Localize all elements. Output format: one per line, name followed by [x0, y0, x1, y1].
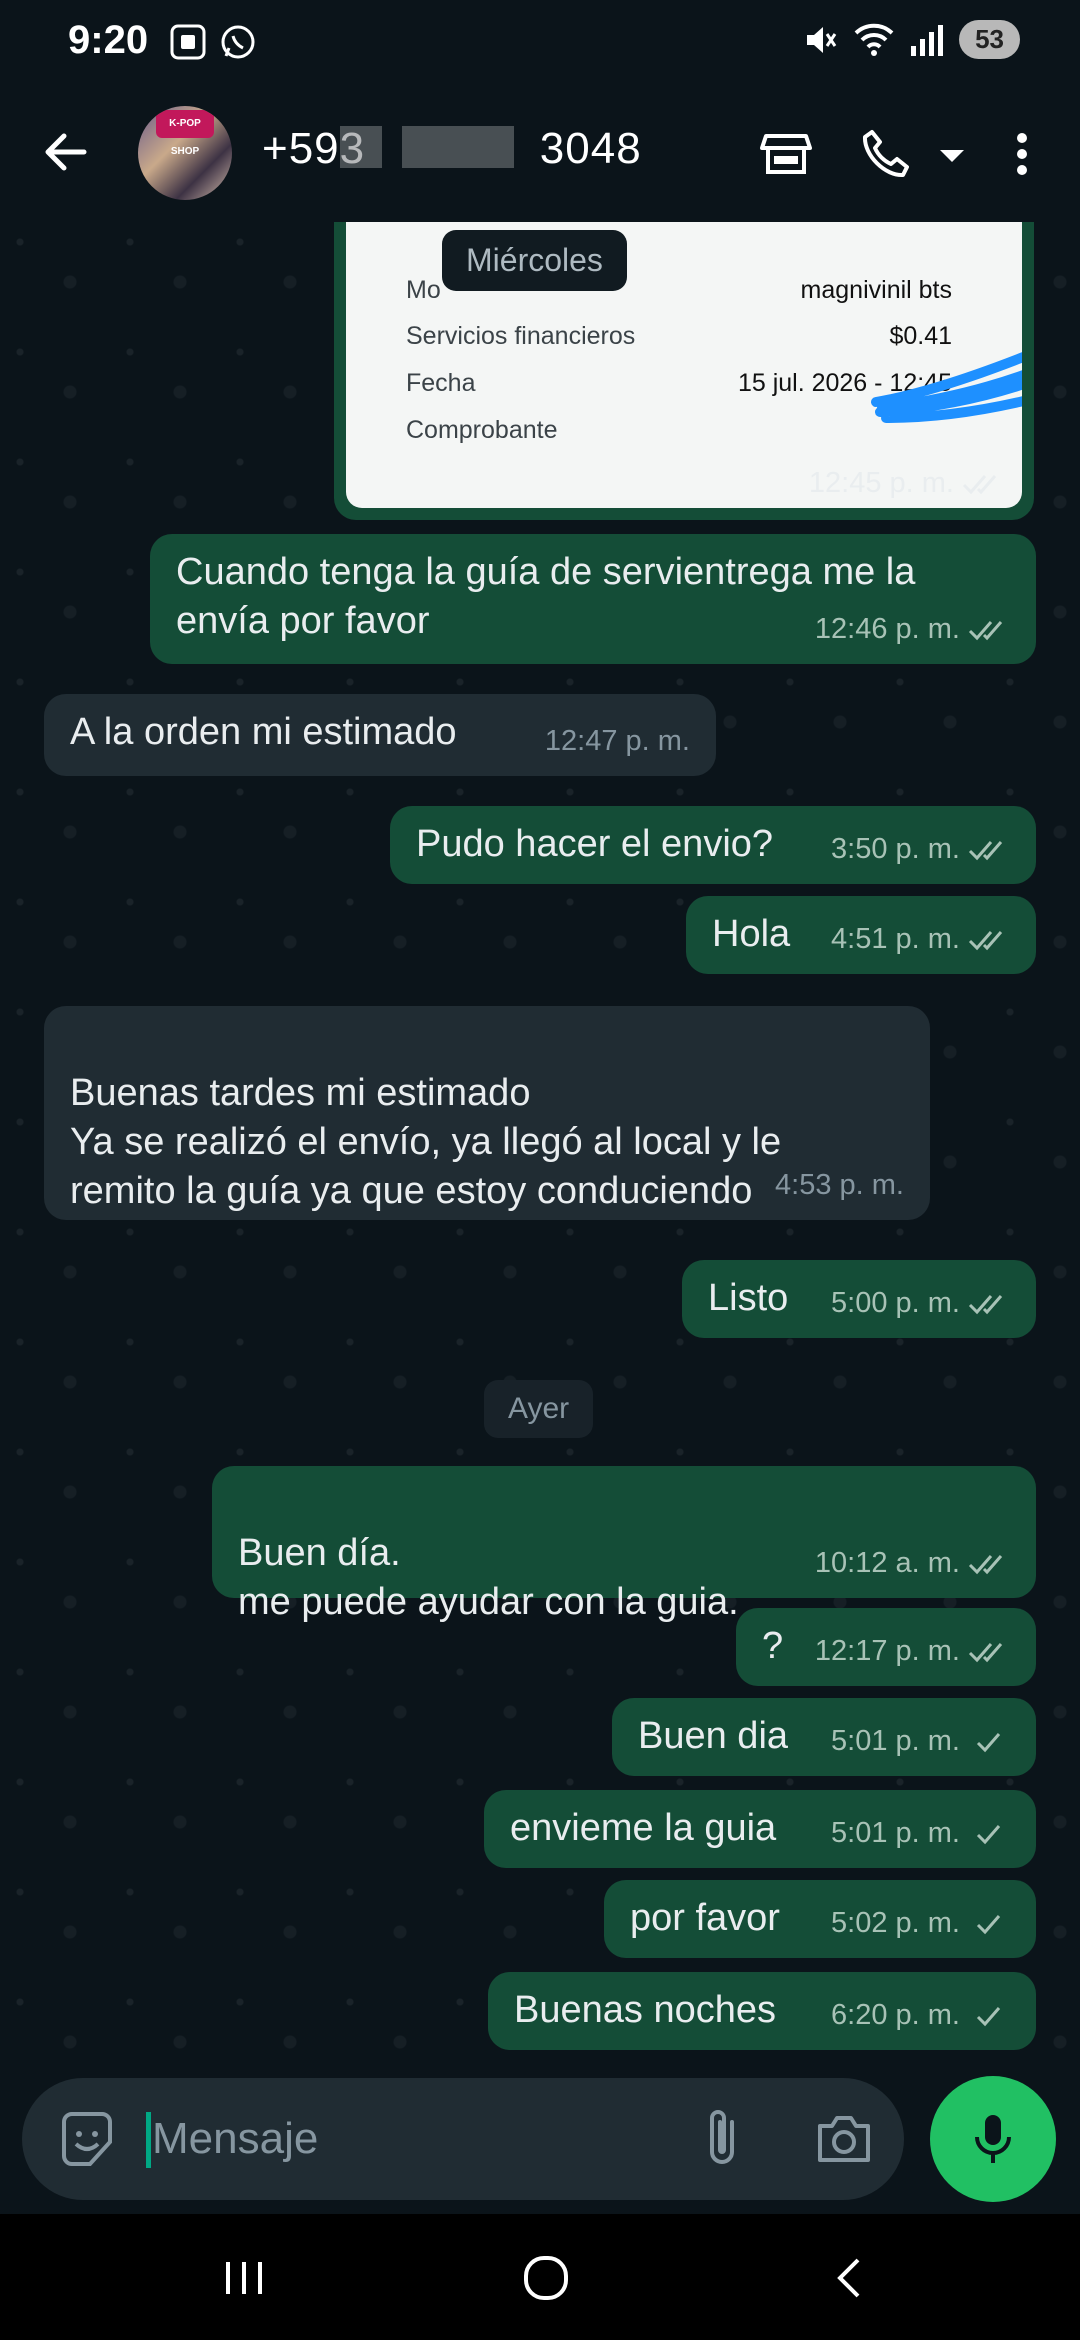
mute-icon	[807, 26, 837, 53]
double-check-icon	[968, 1554, 1003, 1574]
status-left-icons	[168, 22, 258, 62]
battery-indicator: 53	[959, 20, 1020, 59]
message-text: Buenas tardes mi estimado Ya se realizó …	[70, 1072, 782, 1212]
message-meta: 5:02 p. m.	[831, 1899, 1010, 1948]
redaction-block	[402, 126, 514, 168]
status-time: 9:20	[68, 18, 149, 62]
message-bubble-outgoing[interactable]: Cuando tenga la guía de servientrega me …	[150, 534, 1036, 664]
voice-record-button[interactable]	[930, 2076, 1056, 2202]
message-meta: 12:17 p. m.	[815, 1627, 1010, 1676]
message-time: 5:01 p. m.	[831, 1725, 960, 1757]
single-check-icon	[976, 1824, 1001, 1844]
message-input-bar: Mensaje	[22, 2078, 904, 2200]
screenshot-icon	[170, 24, 206, 60]
system-navigation-bar	[0, 2214, 1080, 2340]
message-bubble-incoming[interactable]: A la orden mi estimado 12:47 p. m.	[44, 694, 716, 776]
message-meta: 5:01 p. m.	[831, 1809, 1010, 1858]
sticker-emoji-icon[interactable]	[56, 2108, 118, 2170]
receipt-label: Mo	[406, 276, 441, 304]
message-meta: 10:12 a. m.	[815, 1539, 1010, 1588]
chat-area[interactable]: Mo magnivinil bts Servicios financieros …	[0, 222, 1080, 2080]
receipt-label: Fecha	[406, 369, 476, 397]
signal-icon	[911, 24, 944, 56]
message-time: 12:46 p. m.	[814, 613, 960, 645]
message-meta: 5:01 p. m.	[831, 1717, 1010, 1766]
double-check-icon	[968, 840, 1003, 860]
message-bubble-outgoing[interactable]: Buenas noches 6:20 p. m.	[488, 1972, 1036, 2050]
status-right-icons: 53	[801, 20, 1020, 59]
chevron-down-icon[interactable]	[932, 126, 972, 182]
storefront-icon[interactable]	[758, 126, 814, 182]
message-bubble-outgoing[interactable]: por favor 5:02 p. m.	[604, 1880, 1036, 1958]
message-time: 5:01 p. m.	[831, 1817, 960, 1849]
message-time: 5:00 p. m.	[831, 1287, 960, 1319]
redaction-block	[340, 126, 382, 168]
message-time: 4:53 p. m.	[775, 1169, 904, 1201]
single-check-icon	[976, 1732, 1001, 1752]
camera-icon[interactable]	[814, 2110, 874, 2168]
message-meta: 12:46 p. m.	[815, 605, 1010, 654]
more-options-icon[interactable]	[1006, 126, 1038, 182]
single-check-icon	[976, 2006, 1001, 2026]
wifi-icon	[854, 23, 894, 56]
scribble-redaction-icon	[871, 352, 1022, 423]
avatar-badge: K-POP SHOP	[156, 110, 214, 157]
message-time: 5:02 p. m.	[831, 1907, 960, 1939]
whatsapp-icon	[221, 25, 255, 59]
message-bubble-outgoing[interactable]: envieme la guia 5:01 p. m.	[484, 1790, 1036, 1868]
message-bubble-outgoing[interactable]: ? 12:17 p. m.	[736, 1608, 1036, 1686]
message-meta: 6:20 p. m.	[831, 1991, 1010, 2040]
message-time: 4:51 p. m.	[831, 923, 960, 955]
message-meta: 12:47 p. m.	[545, 717, 690, 766]
message-bubble-outgoing[interactable]: Pudo hacer el envio? 3:50 p. m.	[390, 806, 1036, 884]
message-meta: 4:53 p. m.	[775, 1161, 904, 1210]
message-time: 12:47 p. m.	[544, 725, 690, 757]
microphone-icon	[975, 2115, 1011, 2163]
message-time: 10:12 a. m.	[814, 1547, 960, 1579]
receipt-label: Comprobante	[406, 416, 558, 444]
message-bubble-outgoing[interactable]: Buen dia 5:01 p. m.	[612, 1698, 1036, 1776]
back-arrow-icon[interactable]	[36, 122, 96, 182]
double-check-icon	[968, 620, 1003, 640]
message-bubble-outgoing[interactable]: Buen día. me puede ayudar con la guia. 1…	[212, 1466, 1036, 1623]
phone-icon[interactable]	[858, 126, 914, 182]
message-bubble-incoming[interactable]: Buenas tardes mi estimado Ya se realizó …	[44, 1006, 930, 1220]
image-message[interactable]: Mo magnivinil bts Servicios financieros …	[334, 222, 1034, 520]
message-time: 6:20 p. m.	[831, 1999, 960, 2031]
date-divider: Miércoles	[442, 230, 627, 291]
message-meta: 12:45 p. m.	[809, 467, 1004, 500]
double-check-icon	[968, 930, 1003, 950]
chat-header: K-POP SHOP +593 3048	[0, 80, 1080, 222]
message-time: 3:50 p. m.	[831, 833, 960, 865]
message-bubble-outgoing[interactable]: Hola 4:51 p. m.	[686, 896, 1036, 974]
message-time: 12:17 p. m.	[814, 1635, 960, 1667]
message-meta: 3:50 p. m.	[831, 825, 1010, 874]
double-check-icon	[968, 1294, 1003, 1314]
double-check-icon	[968, 1642, 1003, 1662]
double-check-icon	[962, 474, 997, 494]
message-input[interactable]: Mensaje	[152, 2114, 318, 2164]
message-time: 12:45 p. m.	[808, 467, 954, 499]
date-divider: Ayer	[484, 1380, 594, 1438]
back-icon[interactable]	[820, 2252, 880, 2304]
recent-apps-icon[interactable]	[214, 2252, 274, 2304]
avatar[interactable]: K-POP SHOP	[138, 106, 232, 200]
single-check-icon	[976, 1914, 1001, 1934]
receipt-value: magnivinil bts	[800, 276, 952, 304]
message-meta: 4:51 p. m.	[831, 915, 1010, 964]
status-bar: 9:20 53	[0, 0, 1080, 80]
message-meta: 5:00 p. m.	[831, 1279, 1010, 1328]
message-bubble-outgoing[interactable]: Listo 5:00 p. m.	[682, 1260, 1036, 1338]
home-icon[interactable]	[516, 2252, 576, 2304]
paperclip-icon[interactable]	[694, 2108, 754, 2170]
text-cursor	[146, 2112, 151, 2168]
receipt-label: Servicios financieros	[406, 322, 636, 350]
